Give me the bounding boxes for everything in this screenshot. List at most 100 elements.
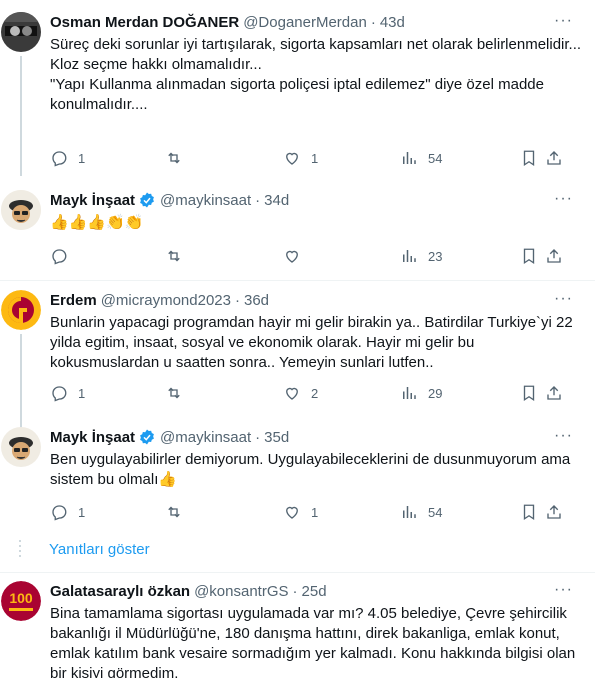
view-count: 23 — [428, 248, 443, 264]
like-button[interactable]: 1 — [283, 149, 318, 167]
like-icon — [286, 387, 298, 400]
views-icon — [403, 506, 416, 518]
reply-count: 1 — [78, 150, 86, 166]
display-name[interactable]: Galatasaraylı özkan — [50, 583, 190, 600]
tweet-actions: 1 1 54 — [50, 149, 570, 169]
tweet-text: Bina tamamlama sigortası uygulamada var … — [50, 605, 576, 678]
share-button[interactable] — [545, 384, 563, 402]
reply-button[interactable] — [50, 247, 78, 265]
views-icon — [403, 387, 416, 399]
share-icon — [547, 505, 561, 519]
more-icon[interactable]: ··· — [554, 190, 573, 208]
display-name[interactable]: Osman Merdan DOĞANER — [50, 14, 239, 31]
tweet-actions: 1 2 29 — [50, 384, 570, 404]
timestamp[interactable]: 25d — [302, 583, 327, 600]
bookmark-button[interactable] — [520, 149, 538, 167]
tweet[interactable]: Erdem @micraymond2023 · 36d Bunlarin yap… — [0, 290, 595, 432]
like-icon — [286, 250, 298, 263]
avatar[interactable] — [1, 290, 41, 330]
divider — [0, 280, 595, 281]
retweet-button[interactable] — [165, 247, 193, 265]
bookmark-icon — [523, 150, 535, 167]
share-icon — [547, 249, 561, 263]
like-button[interactable]: 2 — [283, 384, 318, 402]
like-count: 1 — [311, 504, 319, 520]
share-button[interactable] — [545, 149, 563, 167]
retweet-icon — [168, 250, 180, 262]
more-icon[interactable]: ··· — [554, 290, 573, 308]
user-handle[interactable]: @DoganerMerdan — [243, 14, 367, 31]
bookmark-button[interactable] — [520, 247, 538, 265]
reply-button[interactable]: 1 — [50, 384, 85, 402]
user-handle[interactable]: @konsantrGS — [194, 583, 288, 600]
like-count: 1 — [311, 150, 319, 166]
more-icon[interactable]: ··· — [554, 427, 573, 445]
tweet-actions: 23 — [50, 247, 570, 267]
verified-icon — [140, 429, 154, 445]
show-replies-link[interactable]: Yanıtları göster — [49, 541, 150, 558]
user-handle[interactable]: @maykinsaat — [160, 429, 251, 446]
timestamp[interactable]: 35d — [264, 429, 289, 446]
tweet-text: Ben uygulayabilirler demiyorum. Uygulaya… — [50, 451, 571, 488]
views-button[interactable]: 54 — [400, 503, 442, 521]
bookmark-icon — [523, 385, 535, 402]
timestamp[interactable]: 34d — [264, 192, 289, 209]
like-icon — [286, 152, 298, 165]
view-count: 54 — [428, 150, 443, 166]
reply-button[interactable]: 1 — [50, 503, 85, 521]
reply-count: 1 — [78, 385, 86, 401]
share-button[interactable] — [545, 247, 563, 265]
share-icon — [547, 151, 561, 165]
like-count: 2 — [311, 385, 319, 401]
views-icon — [403, 152, 416, 164]
views-button[interactable]: 54 — [400, 149, 442, 167]
retweet-button[interactable] — [165, 149, 193, 167]
reply-button[interactable]: 1 — [50, 149, 85, 167]
avatar[interactable]: 100 — [1, 581, 41, 621]
more-icon[interactable]: ··· — [554, 581, 573, 599]
view-count: 29 — [428, 385, 443, 401]
bookmark-icon — [523, 504, 535, 521]
views-button[interactable]: 23 — [400, 247, 442, 265]
display-name[interactable]: Mayk İnşaat — [50, 192, 135, 209]
reply-icon — [52, 505, 67, 521]
retweet-button[interactable] — [165, 384, 193, 402]
tweet[interactable]: Osman Merdan DOĞANER @DoganerMerdan · 43… — [0, 12, 595, 176]
avatar[interactable] — [1, 190, 41, 230]
retweet-icon — [168, 506, 180, 518]
like-button[interactable]: 1 — [283, 503, 318, 521]
avatar[interactable] — [1, 12, 41, 52]
tweet[interactable]: 100 Galatasaraylı özkan @konsantrGS · 25… — [0, 581, 595, 678]
tweet-text: 👍👍👍👏👏 — [50, 214, 144, 231]
like-icon — [286, 506, 298, 519]
bookmark-icon — [523, 248, 535, 265]
reply-icon — [52, 386, 67, 402]
like-button[interactable] — [283, 247, 311, 265]
tweet-text: Süreç deki sorunlar iyi tartışılarak, si… — [50, 36, 582, 113]
reply-count: 1 — [78, 504, 86, 520]
thread-line — [20, 334, 22, 432]
more-icon[interactable]: ··· — [554, 12, 573, 30]
bookmark-button[interactable] — [520, 503, 538, 521]
user-handle[interactable]: @micraymond2023 — [101, 292, 231, 309]
reply-icon — [52, 249, 67, 265]
display-name[interactable]: Erdem — [50, 292, 97, 309]
timestamp[interactable]: 36d — [244, 292, 269, 309]
verified-icon — [140, 192, 154, 208]
share-icon — [547, 386, 561, 400]
tweet-text: Bunlarin yapacagi programdan hayir mi ge… — [50, 314, 573, 371]
share-button[interactable] — [545, 503, 563, 521]
timestamp[interactable]: 43d — [380, 14, 405, 31]
user-handle[interactable]: @maykinsaat — [160, 192, 251, 209]
divider — [0, 572, 595, 573]
retweet-icon — [168, 387, 180, 399]
display-name[interactable]: Mayk İnşaat — [50, 429, 135, 446]
retweet-button[interactable] — [165, 503, 193, 521]
avatar[interactable] — [1, 427, 41, 467]
views-icon — [403, 250, 416, 262]
bookmark-button[interactable] — [520, 384, 538, 402]
thread-line — [20, 56, 22, 176]
view-count: 54 — [428, 504, 443, 520]
thread-dots — [19, 540, 21, 560]
views-button[interactable]: 29 — [400, 384, 442, 402]
